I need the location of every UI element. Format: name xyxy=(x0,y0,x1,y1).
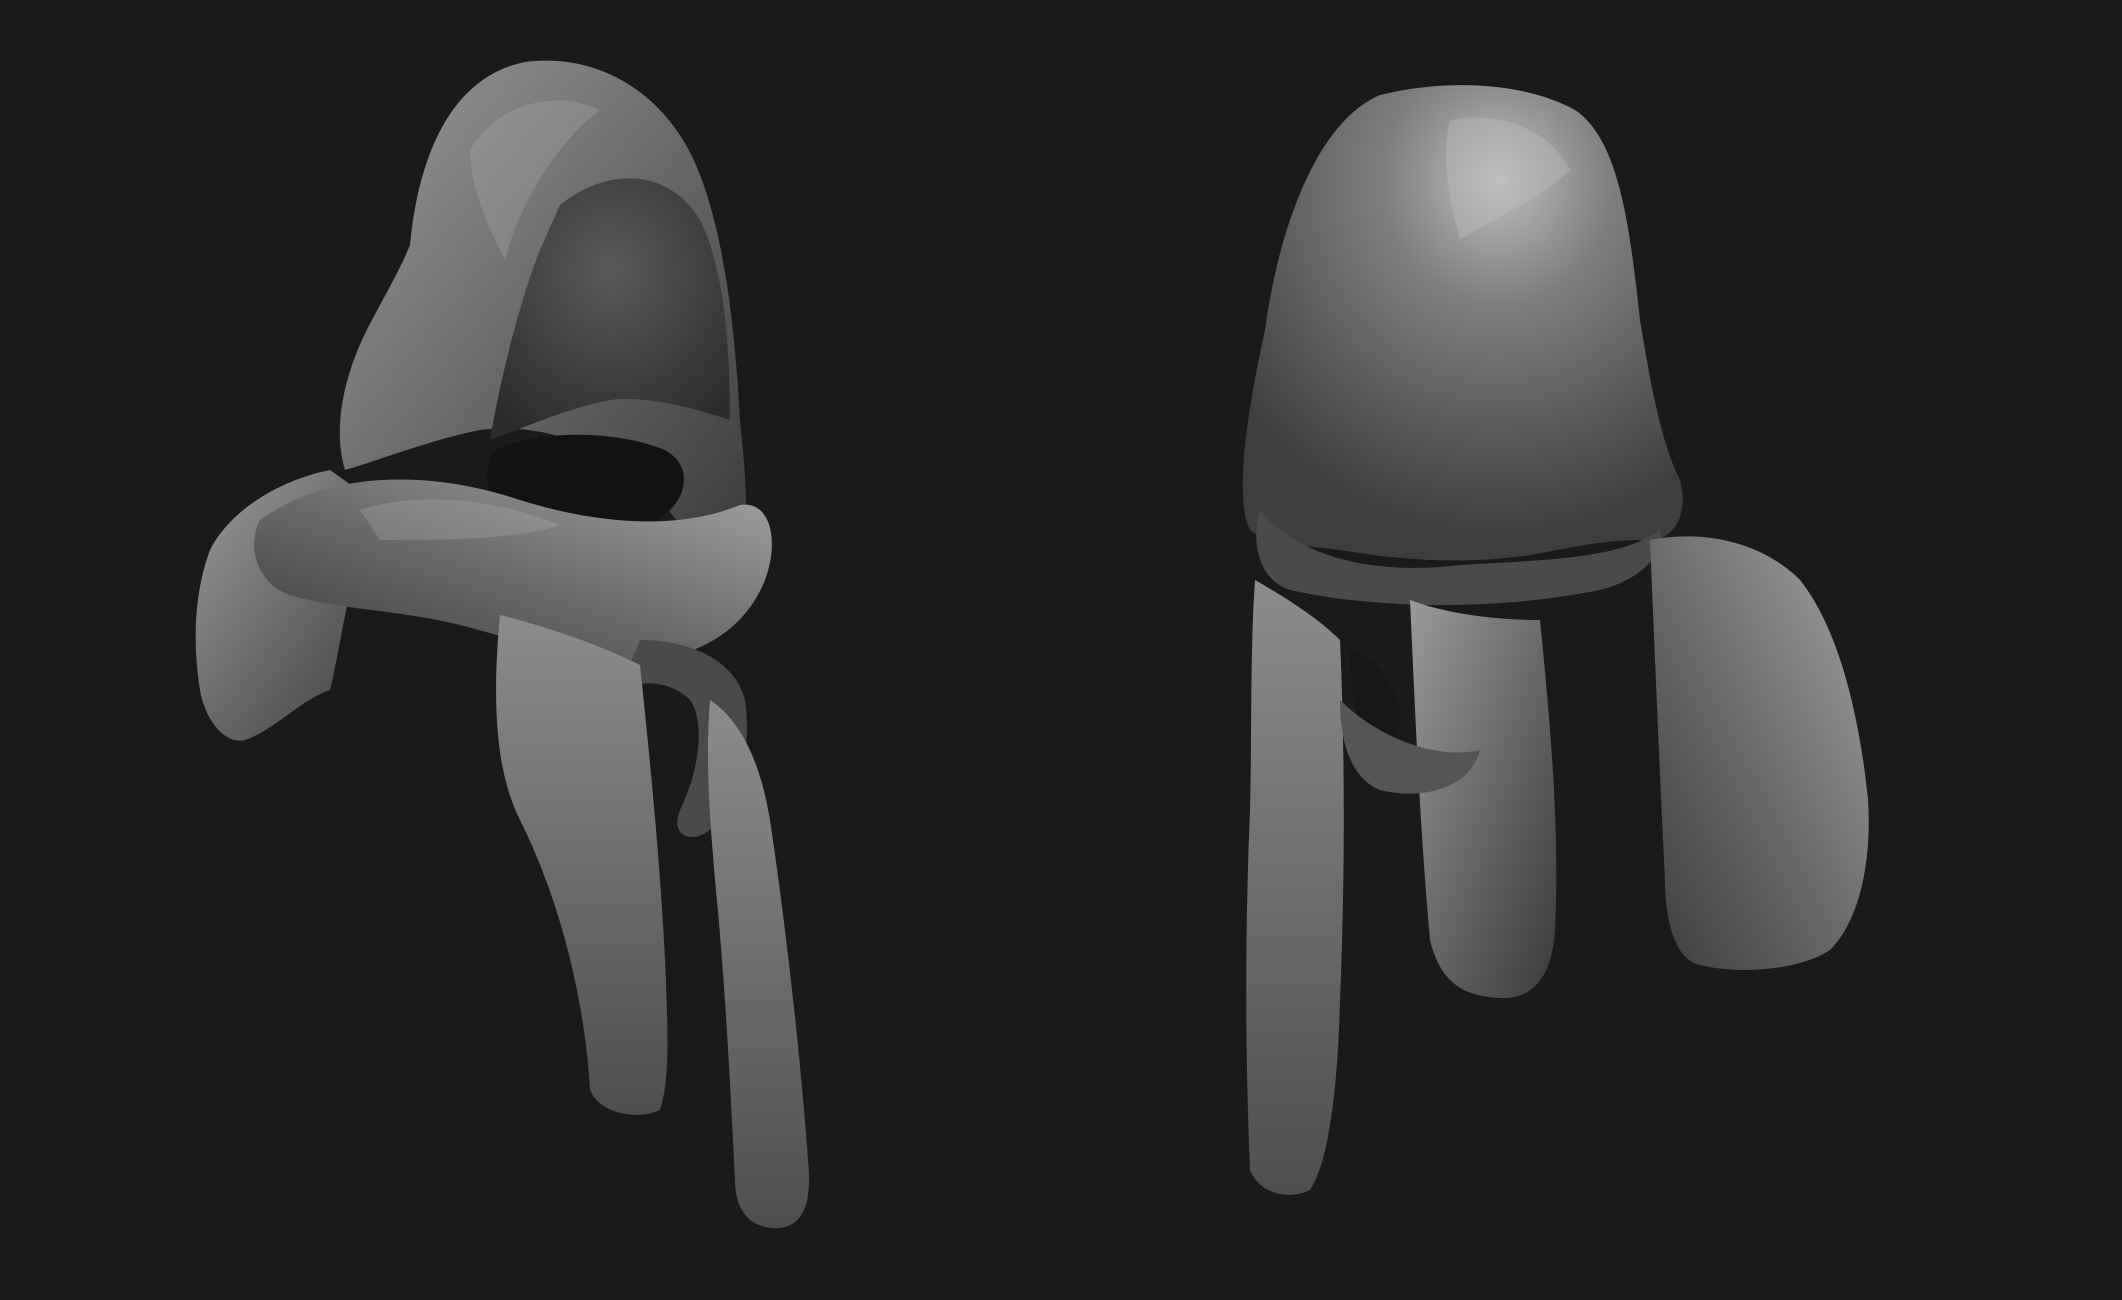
scarf-back-flap xyxy=(1650,536,1869,970)
hooded-scarf-back-model[interactable] xyxy=(1242,85,1869,1195)
scarf-tail-right xyxy=(707,700,810,1229)
scarf-back-tail-mid xyxy=(1410,600,1557,999)
hooded-scarf-front-model[interactable] xyxy=(195,60,810,1229)
scarf-tail-left xyxy=(496,615,668,1115)
scene-canvas xyxy=(195,60,1869,1229)
sculpt-viewport[interactable] xyxy=(0,0,2122,1300)
scarf-back-tail-left xyxy=(1246,580,1344,1195)
